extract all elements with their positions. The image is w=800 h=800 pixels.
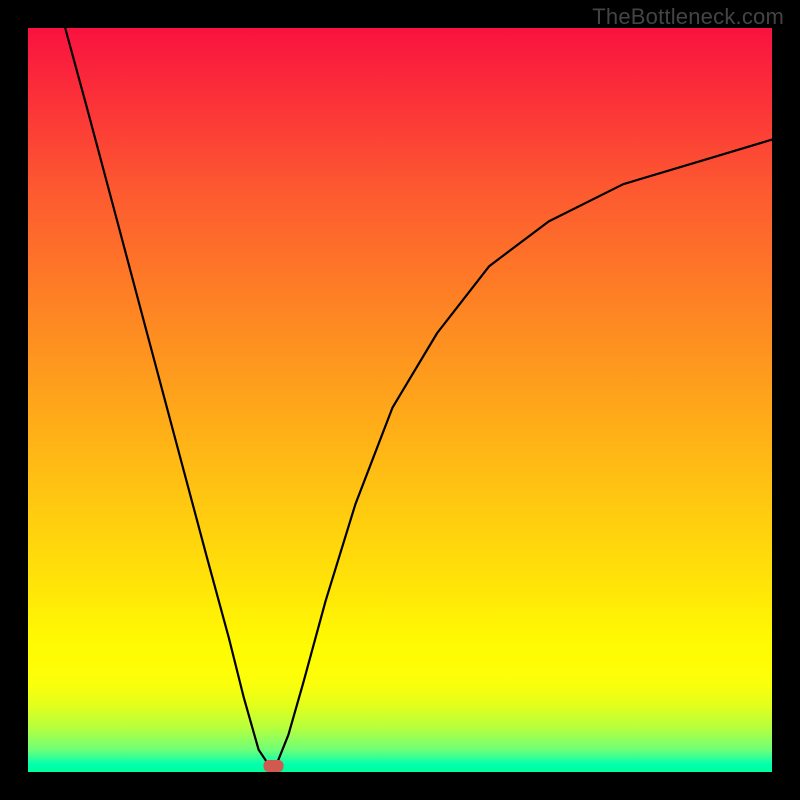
curve-right-path (274, 140, 773, 772)
plot-area (28, 28, 772, 772)
minimum-marker (264, 760, 284, 772)
chart-frame: TheBottleneck.com (0, 0, 800, 800)
watermark-text: TheBottleneck.com (592, 4, 784, 30)
curve-left-path (65, 28, 273, 772)
curve-svg (28, 28, 772, 772)
